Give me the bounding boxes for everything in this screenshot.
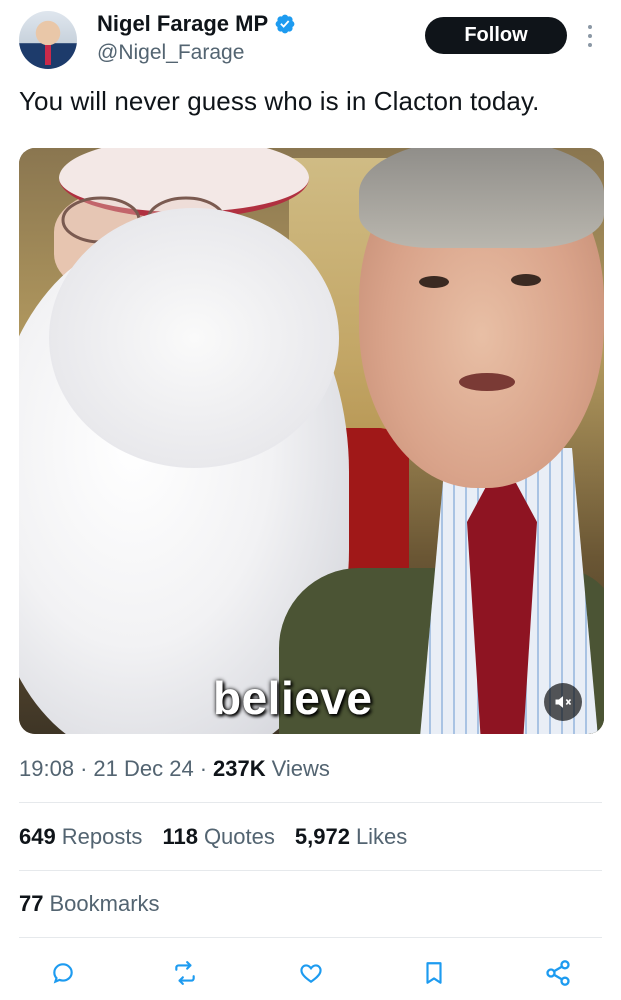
author-handle[interactable]: @Nigel_Farage <box>97 41 244 65</box>
man-hair <box>359 148 604 248</box>
views-label: Views <box>271 756 330 781</box>
meta-separator: · <box>199 756 208 781</box>
tweet-date[interactable]: 21 Dec 24 <box>93 756 193 782</box>
man-mouth <box>459 373 515 391</box>
more-vertical-icon[interactable] <box>583 22 597 50</box>
santa-beard-upper <box>49 208 339 468</box>
man-eye-right <box>511 274 541 286</box>
bookmarks-count: 77 <box>19 891 44 916</box>
divider <box>19 937 602 938</box>
reply-icon[interactable] <box>45 955 81 991</box>
divider <box>19 870 602 871</box>
views-count: 237K <box>213 756 266 781</box>
quotes-stat[interactable]: 118 Quotes <box>162 824 274 850</box>
verified-badge-icon <box>275 14 295 34</box>
tweet-time[interactable]: 19:08 <box>19 756 74 782</box>
like-icon[interactable] <box>293 955 329 991</box>
author-name-row[interactable]: Nigel Farage MP <box>97 11 296 37</box>
bookmarks-stat[interactable]: 77 Bookmarks <box>19 891 160 917</box>
likes-label: Likes <box>355 824 408 849</box>
action-bar <box>0 955 621 995</box>
share-icon[interactable] <box>540 955 576 991</box>
meta-separator: · <box>80 756 88 781</box>
tweet-meta: 19:08 · 21 Dec 24 · 237K Views <box>19 756 330 782</box>
reposts-count: 649 <box>19 824 56 849</box>
volume-muted-icon[interactable] <box>544 683 582 721</box>
engagement-stats: 649 Reposts 118 Quotes 5,972 Likes <box>19 824 407 850</box>
reposts-stat[interactable]: 649 Reposts <box>19 824 142 850</box>
tweet-text: You will never guess who is in Clacton t… <box>19 86 540 116</box>
quotes-label: Quotes <box>203 824 275 849</box>
reposts-label: Reposts <box>61 824 143 849</box>
quotes-count: 118 <box>162 824 198 849</box>
bookmark-icon[interactable] <box>416 955 452 991</box>
bookmarks-label: Bookmarks <box>49 891 160 916</box>
repost-icon[interactable] <box>167 955 203 991</box>
video-player[interactable]: believe <box>19 148 604 734</box>
likes-count: 5,972 <box>294 824 350 849</box>
follow-button[interactable]: Follow <box>425 17 567 54</box>
man-eye-left <box>419 276 449 288</box>
author-name[interactable]: Nigel Farage MP <box>97 11 268 37</box>
tweet-header: Nigel Farage MP @Nigel_Farage Follow <box>0 0 621 80</box>
likes-stat[interactable]: 5,972 Likes <box>295 824 407 850</box>
avatar[interactable] <box>19 11 77 69</box>
video-caption: believe <box>213 672 373 724</box>
avatar-tie <box>45 45 51 65</box>
divider <box>19 802 602 803</box>
